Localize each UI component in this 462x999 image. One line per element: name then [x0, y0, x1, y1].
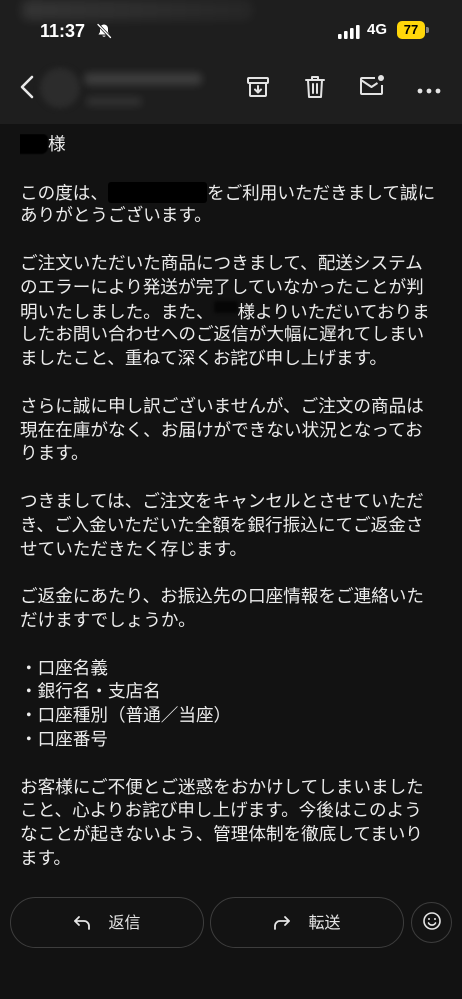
body-text: 明いたしました。また、: [20, 302, 214, 323]
body-line: だけますでしょうか。: [20, 610, 196, 631]
body-line: のエラーにより発送が完了していなかったことが判: [20, 277, 424, 298]
body-text: をご利用いただきまして誠に: [206, 183, 436, 204]
body-line: ましたこと、重ねて深くお詫び申し上げます。: [20, 349, 388, 370]
battery-icon: 77: [397, 21, 425, 39]
body-text: 様よりいただいておりま: [237, 302, 430, 323]
greeting-honorific: 様: [48, 135, 66, 155]
body-line: なことが起きないよう、管理体制を徹底してまいり: [20, 825, 423, 846]
cellular-signal-icon: [338, 24, 360, 39]
status-time: 11:37: [40, 21, 86, 41]
redacted-service-name: [107, 181, 207, 203]
body-line: ご返金にあたり、お振込先の口座情報をご連絡いた: [20, 587, 424, 608]
paragraph: さらに誠に申し訳ございませんが、ご注文の商品は 現在在庫がなく、お届けができない…: [20, 396, 452, 467]
forward-label: 転送: [308, 912, 341, 932]
archive-icon: [245, 74, 271, 104]
redacted-customer-name: [213, 300, 238, 313]
trash-icon: [303, 74, 327, 104]
body-line: ありがとうございます。: [20, 206, 212, 227]
body-text: この度は、: [20, 183, 108, 204]
paragraph: ご注文いただいた商品につきまして、配送システム のエラーにより発送が完了していな…: [20, 253, 452, 372]
sender-name-blurred: [84, 73, 202, 85]
body-line: ます。: [20, 848, 72, 869]
forward-icon: [273, 915, 291, 931]
reply-icon: [73, 915, 91, 931]
bank-info-list: ・口座名義 ・銀行名・支店名 ・口座種別（普通／当座） ・口座番号: [20, 658, 452, 753]
back-chevron-icon: [18, 74, 38, 104]
body-line: せていただきたく存じます。: [20, 539, 247, 560]
redacted-recipient-name: [20, 134, 48, 154]
blurred-subject-ghost: [22, 0, 252, 20]
body-line: この度は、 をご利用いただきまして誠に: [20, 181, 452, 206]
body-line: 現在在庫がなく、お届けができない状況となってお: [20, 420, 423, 441]
bell-slash-icon: [96, 23, 112, 39]
delete-button[interactable]: [300, 74, 330, 104]
paragraph: ご返金にあたり、お振込先の口座情報をご連絡いた だけますでしょうか。: [20, 586, 452, 634]
battery-terminal: [426, 27, 429, 33]
list-item: ・口座名義: [20, 658, 108, 679]
sender-detail-blurred: [86, 97, 142, 106]
message-body: 様 この度は、 をご利用いただきまして誠に ありがとうございます。 ご注文いただい…: [20, 134, 452, 872]
body-line: ご注文いただいた商品につきまして、配送システム: [20, 253, 423, 274]
body-line: き、ご入金いただいた全額を銀行振込にてご返金さ: [20, 515, 424, 536]
mark-unread-button[interactable]: [356, 73, 388, 103]
reply-label: 返信: [108, 912, 141, 932]
body-line: 明いたしました。また、 様よりいただいておりま: [20, 300, 452, 325]
list-item: ・口座種別（普通／当座）: [20, 706, 232, 727]
network-type: 4G: [367, 21, 388, 38]
paragraph: つきましては、ご注文をキャンセルとさせていただ き、ご入金いただいた全額を銀行振…: [20, 491, 452, 562]
body-line: こと、心よりお詫び申し上げます。今後はこのよう: [20, 801, 422, 822]
list-item: ・銀行名・支店名: [20, 682, 161, 703]
battery-level: 77: [403, 22, 419, 37]
mark-unread-icon: [358, 73, 386, 103]
greeting-line: 様: [20, 134, 452, 158]
paragraph: この度は、 をご利用いただきまして誠に ありがとうございます。: [20, 181, 452, 230]
body-line: したお問い合わせへのご返信が大幅に遅れてしまい: [20, 325, 425, 346]
sender-avatar[interactable]: [40, 68, 80, 108]
reply-button[interactable]: 返信: [10, 897, 204, 948]
emoji-reaction-icon: [422, 911, 442, 935]
body-line: お客様にご不便とご迷惑をおかけしてしまいました: [20, 777, 424, 798]
more-options-button[interactable]: [414, 76, 444, 100]
list-item: ・口座番号: [20, 729, 108, 750]
more-icon: [417, 79, 441, 98]
body-line: ります。: [20, 444, 89, 465]
body-line: さらに誠に申し訳ございませんが、ご注文の商品は: [20, 396, 424, 417]
paragraph: お客様にご不便とご迷惑をおかけしてしまいました こと、心よりお詫び申し上げます。…: [20, 777, 452, 872]
emoji-reaction-button[interactable]: [411, 902, 452, 943]
body-line: つきましては、ご注文をキャンセルとさせていただ: [20, 491, 424, 512]
forward-button[interactable]: 転送: [210, 897, 404, 948]
archive-button[interactable]: [243, 74, 273, 104]
